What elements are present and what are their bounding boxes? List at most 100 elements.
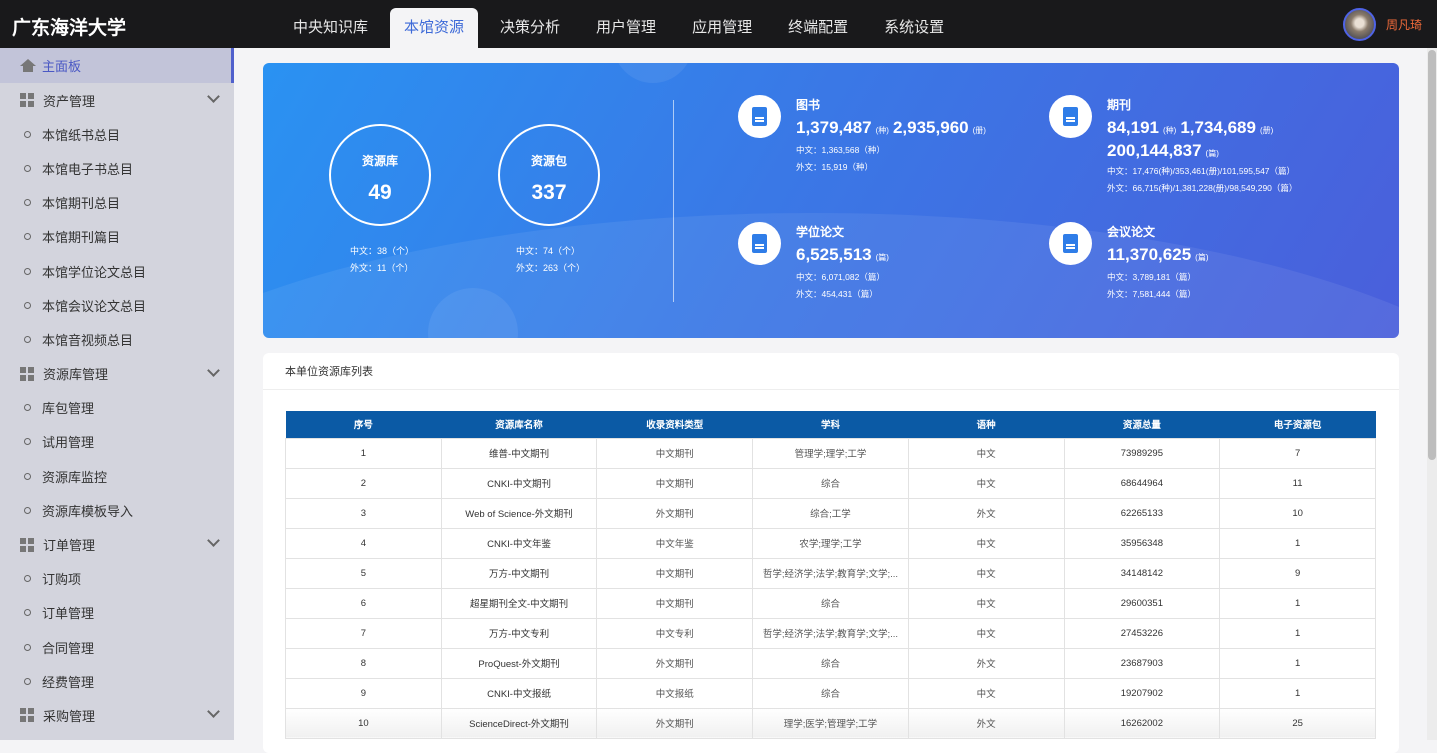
table-cell: 中文期刊	[596, 587, 754, 619]
table-cell: 中文	[907, 617, 1065, 649]
table-row[interactable]: 4 CNKI-中文年鉴 中文年鉴 农学;理学;工学 中文 35956348 1	[285, 527, 1376, 559]
chevron-down-icon[interactable]	[207, 363, 220, 377]
avatar[interactable]	[1343, 8, 1376, 41]
tab-6[interactable]: 系统设置	[870, 8, 958, 48]
table-cell: 中文期刊	[596, 437, 754, 469]
table-row[interactable]: 2 CNKI-中文期刊 中文期刊 综合 中文 68644964 11	[285, 467, 1376, 499]
sidebar-item-8[interactable]: 本馆音视频总目	[0, 322, 234, 356]
column-header: 资源总量	[1064, 411, 1220, 438]
circle-icon	[24, 335, 31, 343]
tab-1[interactable]: 本馆资源	[390, 8, 479, 48]
conference-title: 会议论文	[1107, 225, 1156, 239]
table-row[interactable]: 8 ProQuest-外文期刊 外文期刊 综合 外文 23687903 1	[285, 647, 1376, 679]
table-cell: 中文	[907, 587, 1065, 619]
table-row[interactable]: 1 维普-中文期刊 中文期刊 管理学;理学;工学 中文 73989295 7	[285, 437, 1376, 469]
sidebar-item-label: 主面板	[42, 59, 82, 74]
sidebar-item-12[interactable]: 资源库监控	[0, 459, 234, 493]
table-cell: 万方-中文期刊	[440, 557, 598, 589]
chevron-down-icon[interactable]	[207, 534, 220, 548]
circle-icon	[24, 199, 31, 207]
sidebar-item-17[interactable]: 合同管理	[0, 630, 234, 664]
table-cell: 外文期刊	[596, 497, 754, 529]
user-menu[interactable]: 周凡琦	[1343, 8, 1422, 41]
graduation-cap-icon	[738, 222, 781, 265]
grid-icon	[20, 537, 34, 552]
sidebar-item-4[interactable]: 本馆期刊总目	[0, 186, 234, 220]
circle-icon	[24, 233, 31, 241]
table-cell: 10	[285, 707, 442, 739]
sidebar-item-9[interactable]: 资源库管理	[0, 357, 234, 391]
table-row[interactable]: 7 万方-中文专利 中文专利 哲学;经济学;法学;教育学;文学;... 中文 274532…	[285, 617, 1376, 649]
tab-4[interactable]: 应用管理	[678, 8, 766, 48]
conference-v1: 11,370,625	[1107, 245, 1192, 264]
table-cell: 5	[285, 557, 442, 589]
table-row[interactable]: 10 ScienceDirect-外文期刊 外文期刊 理学;医学;管理学;工学 外文 16…	[285, 707, 1376, 739]
circle-icon	[24, 575, 31, 583]
sidebar-item-label: 资源库管理	[43, 367, 109, 383]
column-header: 电子资源包	[1219, 411, 1376, 438]
sidebar-item-2[interactable]: 本馆纸书总目	[0, 117, 234, 151]
column-header: 语种	[908, 411, 1065, 438]
sidebar-item-13[interactable]: 资源库模板导入	[0, 493, 234, 527]
table-cell: 超星期刊全文-中文期刊	[440, 587, 598, 619]
table-cell: 6	[285, 587, 442, 619]
sidebar-item-3[interactable]: 本馆电子书总目	[0, 151, 234, 185]
tab-3[interactable]: 用户管理	[582, 8, 670, 48]
scrollbar-thumb[interactable]	[1428, 50, 1436, 460]
circle-icon	[24, 643, 31, 651]
sidebar-item-7[interactable]: 本馆会议论文总目	[0, 288, 234, 322]
journals-v1: 84,191	[1107, 118, 1159, 137]
sidebar-item-18[interactable]: 经费管理	[0, 664, 234, 698]
table-cell: 73989295	[1063, 437, 1221, 469]
sidebar-item-15[interactable]: 订购项	[0, 562, 234, 596]
sidebar-item-11[interactable]: 试用管理	[0, 425, 234, 459]
sidebar-item-5[interactable]: 本馆期刊篇目	[0, 220, 234, 254]
column-header: 资源库名称	[441, 411, 597, 438]
unit: (篇)	[1195, 253, 1209, 262]
table-row[interactable]: 6 超星期刊全文-中文期刊 中文期刊 综合 中文 29600351 1	[285, 587, 1376, 619]
circle-icon	[24, 267, 31, 275]
sidebar-item-label: 本馆会议论文总目	[42, 298, 147, 314]
chevron-down-icon[interactable]	[207, 705, 220, 719]
sidebar-item-16[interactable]: 订单管理	[0, 596, 234, 630]
user-name[interactable]: 周凡琦	[1386, 16, 1422, 33]
sidebar-item-0[interactable]: 主面板	[0, 48, 234, 83]
sidebar-item-10[interactable]: 库包管理	[0, 391, 234, 425]
table-cell: Web of Science-外文期刊	[440, 497, 598, 529]
sidebar-item-label: 本馆学位论文总目	[42, 264, 147, 280]
resource-table: 序号 资源库名称 收录资料类型 学科 语种 资源总量 电子资源包 1 维普-中文期刊 中文期刊 管理…	[285, 411, 1376, 739]
table-row[interactable]: 9 CNKI-中文报纸 中文报纸 综合 中文 19207902 1	[285, 677, 1376, 709]
table-row[interactable]: 3 Web of Science-外文期刊 外文期刊 综合;工学 外文 62265133 1…	[285, 497, 1376, 529]
scrollbar[interactable]	[1427, 48, 1437, 740]
table-cell: 8	[285, 647, 442, 679]
table-cell: 68644964	[1063, 467, 1221, 499]
sidebar-item-label: 订单管理	[43, 538, 96, 554]
table-cell: CNKI-中文年鉴	[440, 527, 598, 559]
sidebar-item-14[interactable]: 订单管理	[0, 527, 234, 561]
table-cell: 管理学;理学;工学	[752, 437, 909, 469]
chevron-down-icon[interactable]	[207, 90, 220, 103]
table-cell: 23687903	[1063, 647, 1221, 679]
database-zh: 中文：38（个）	[350, 246, 415, 256]
table-cell: 1	[1219, 617, 1376, 649]
circle-icon	[24, 506, 31, 514]
card-title: 本单位资源库列表	[263, 353, 1399, 390]
theses-title: 学位论文	[796, 225, 845, 239]
table-row[interactable]: 5 万方-中文期刊 中文期刊 哲学;经济学;法学;教育学;文学;... 中文 341481…	[285, 557, 1376, 589]
tab-5[interactable]: 终端配置	[774, 8, 862, 48]
table-cell: 哲学;经济学;法学;教育学;文学;...	[752, 557, 909, 589]
journals-zh: 中文：17,476(种)/353,461(册)/101,595,547（篇）	[1107, 166, 1296, 176]
sidebar-item-6[interactable]: 本馆学位论文总目	[0, 254, 234, 288]
sidebar-item-1[interactable]: 资产管理	[0, 83, 234, 117]
sidebar-item-label: 资产管理	[43, 93, 96, 109]
divider	[673, 100, 674, 302]
table-cell: CNKI-中文期刊	[440, 467, 598, 499]
sidebar-item-label: 库包管理	[42, 401, 95, 417]
table-cell: 外文期刊	[596, 647, 754, 679]
sidebar-item-label: 资源库监控	[42, 469, 108, 485]
table-cell: 29600351	[1063, 587, 1221, 619]
tab-0[interactable]: 中央知识库	[279, 8, 382, 48]
tab-2[interactable]: 决策分析	[486, 8, 574, 48]
sidebar-item-19[interactable]: 采购管理	[0, 698, 234, 732]
theses-zh: 中文：6,071,082（篇）	[796, 272, 885, 282]
